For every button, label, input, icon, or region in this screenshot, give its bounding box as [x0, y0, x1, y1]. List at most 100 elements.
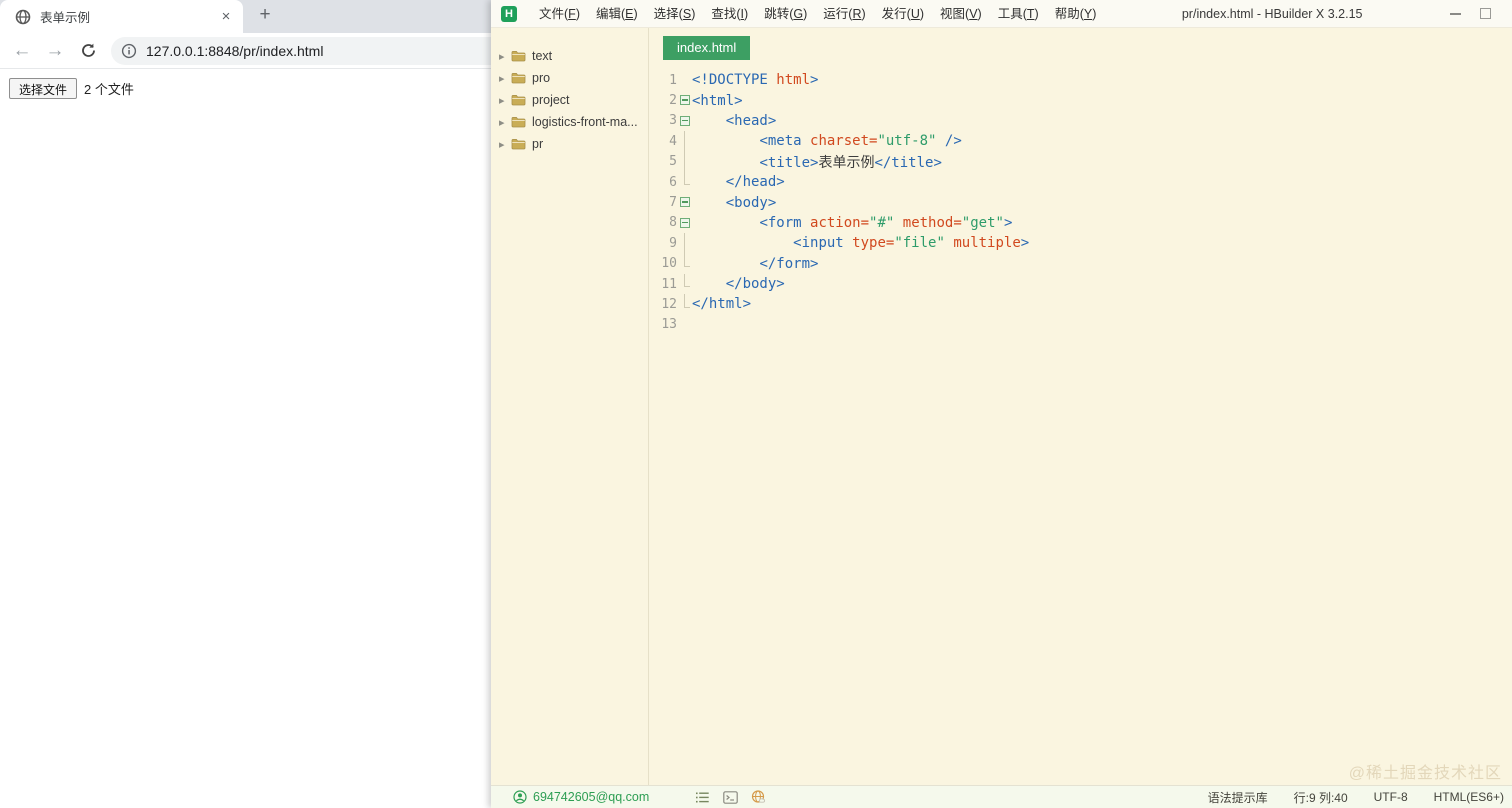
editor-tab-strip: index.html [649, 28, 1512, 62]
page-info-icon[interactable] [121, 43, 137, 59]
code-text: </html> [692, 296, 752, 313]
reload-icon[interactable] [74, 37, 102, 65]
fold-guide [677, 315, 692, 335]
fold-guide [677, 294, 692, 314]
menu-item[interactable]: 工具(T) [990, 0, 1047, 28]
menu-item[interactable]: 编辑(E) [588, 0, 646, 28]
fold-collapse-icon[interactable] [677, 111, 692, 131]
url-text[interactable]: 127.0.0.1:8848/pr/index.html [146, 43, 323, 59]
tree-folder-pr[interactable]: ▸ pr [491, 133, 648, 155]
tab-close-icon[interactable]: × [217, 8, 235, 26]
file-count-label: 2 个文件 [84, 82, 134, 97]
new-tab-button[interactable]: + [251, 2, 279, 30]
code-text: </body> [725, 276, 785, 293]
fold-guide [677, 233, 692, 254]
account-email[interactable]: 694742605@qq.com [533, 790, 649, 804]
code-text: <form action="#" method="get"> [759, 214, 1013, 231]
tree-folder-text[interactable]: ▸ text [491, 45, 648, 67]
browser-tab[interactable]: 表单示例 × [0, 0, 243, 33]
console-icon[interactable] [723, 790, 739, 804]
chevron-right-icon[interactable]: ▸ [499, 50, 511, 63]
code-line-5[interactable]: 5 <title>表单示例</title> [649, 151, 1512, 173]
line-number: 2 [669, 93, 677, 109]
chevron-right-icon[interactable]: ▸ [499, 72, 511, 85]
chevron-right-icon[interactable]: ▸ [499, 116, 511, 129]
line-number: 1 [669, 72, 677, 88]
status-item[interactable]: UTF-8 [1374, 790, 1408, 804]
line-number: 7 [669, 195, 677, 211]
editor-pane: index.html 1 <!DOCTYPE html> 2 <html> 3 <hea… [649, 28, 1512, 785]
fold-guide [677, 151, 692, 173]
menu-item[interactable]: 帮助(Y) [1047, 0, 1105, 28]
status-item[interactable]: 行:9 列:40 [1294, 789, 1348, 806]
menu-item[interactable]: 发行(U) [874, 0, 932, 28]
account-icon [513, 790, 527, 804]
web-globe-icon[interactable] [751, 790, 766, 804]
code-text: </head> [725, 174, 785, 191]
code-line-1[interactable]: 1 <!DOCTYPE html> [649, 70, 1512, 90]
fold-collapse-icon[interactable] [677, 90, 692, 110]
browser-toolbar: ← → 127.0.0.1:8848/pr/index.html [0, 33, 491, 69]
folder-label: project [532, 93, 570, 107]
forward-icon[interactable]: → [41, 37, 69, 65]
code-line-2[interactable]: 2 <html> [649, 90, 1512, 110]
code-editor[interactable]: 1 <!DOCTYPE html> 2 <html> 3 <head> 4 <meta c… [649, 62, 1512, 785]
maximize-button[interactable] [1470, 3, 1500, 25]
line-number: 13 [661, 317, 677, 333]
folder-label: text [532, 49, 553, 63]
code-line-3[interactable]: 3 <head> [649, 111, 1512, 131]
code-line-6[interactable]: 6 </head> [649, 171, 1512, 192]
code-line-7[interactable]: 7 <body> [649, 192, 1512, 212]
tree-folder-pro[interactable]: ▸ pro [491, 67, 648, 89]
menu-item[interactable]: 选择(S) [646, 0, 704, 28]
menu-item[interactable]: 视图(V) [932, 0, 990, 28]
menu-item[interactable]: 跳转(G) [756, 0, 815, 28]
menu-item[interactable]: 查找(I) [703, 0, 756, 28]
code-text: <html> [692, 92, 743, 109]
folder-icon [511, 94, 526, 106]
code-line-8[interactable]: 8 <form action="#" method="get"> [649, 213, 1512, 233]
project-tree: ▸ text ▸ pro ▸ project ▸ logistics-front-ma... ▸… [491, 28, 649, 785]
code-text: <!DOCTYPE html> [692, 72, 819, 89]
code-line-12[interactable]: 12 </html> [649, 294, 1512, 314]
code-line-13[interactable]: 13 [649, 315, 1512, 335]
tab-title: 表单示例 [40, 11, 91, 25]
code-text: <body> [725, 194, 777, 211]
outline-icon[interactable] [695, 791, 710, 804]
url-bar[interactable]: 127.0.0.1:8848/pr/index.html [111, 36, 491, 65]
folder-label: pr [532, 137, 544, 151]
minimize-button[interactable] [1440, 3, 1470, 25]
folder-icon [511, 138, 526, 150]
choose-file-button[interactable]: 选择文件 [9, 78, 78, 99]
code-line-4[interactable]: 4 <meta charset="utf-8" /> [649, 131, 1512, 152]
editor-tab-indexhtml[interactable]: index.html [663, 36, 751, 60]
back-icon[interactable]: ← [8, 37, 36, 65]
line-number: 3 [669, 113, 677, 129]
menu-item[interactable]: 运行(R) [815, 0, 873, 28]
code-line-9[interactable]: 9 <input type="file" multiple> [649, 233, 1512, 254]
account-status[interactable]: 694742605@qq.com [513, 790, 649, 804]
line-number: 12 [661, 296, 677, 312]
status-item[interactable]: HTML(ES6+) [1434, 790, 1504, 804]
code-line-10[interactable]: 10 </form> [649, 253, 1512, 274]
line-number: 4 [669, 133, 677, 149]
window-controls [1440, 3, 1500, 25]
tree-folder-logistics-front-ma-[interactable]: ▸ logistics-front-ma... [491, 111, 648, 133]
status-item[interactable]: 语法提示库 [1208, 789, 1268, 806]
folder-icon [511, 116, 526, 128]
fold-guide [677, 253, 692, 274]
code-text: </form> [759, 255, 819, 272]
folder-label: pro [532, 71, 551, 85]
fold-guide [677, 171, 692, 192]
fold-collapse-icon[interactable] [677, 192, 692, 212]
fold-collapse-icon[interactable] [677, 213, 692, 233]
tree-folder-project[interactable]: ▸ project [491, 89, 648, 111]
code-line-11[interactable]: 11 </body> [649, 273, 1512, 294]
menu-item[interactable]: 文件(F) [531, 0, 588, 28]
folder-icon [511, 50, 526, 62]
chevron-right-icon[interactable]: ▸ [499, 94, 511, 107]
browser-page: 选择文件 2 个文件 [0, 69, 491, 808]
line-number: 10 [661, 256, 677, 272]
fold-guide [677, 70, 692, 90]
chevron-right-icon[interactable]: ▸ [499, 138, 511, 151]
